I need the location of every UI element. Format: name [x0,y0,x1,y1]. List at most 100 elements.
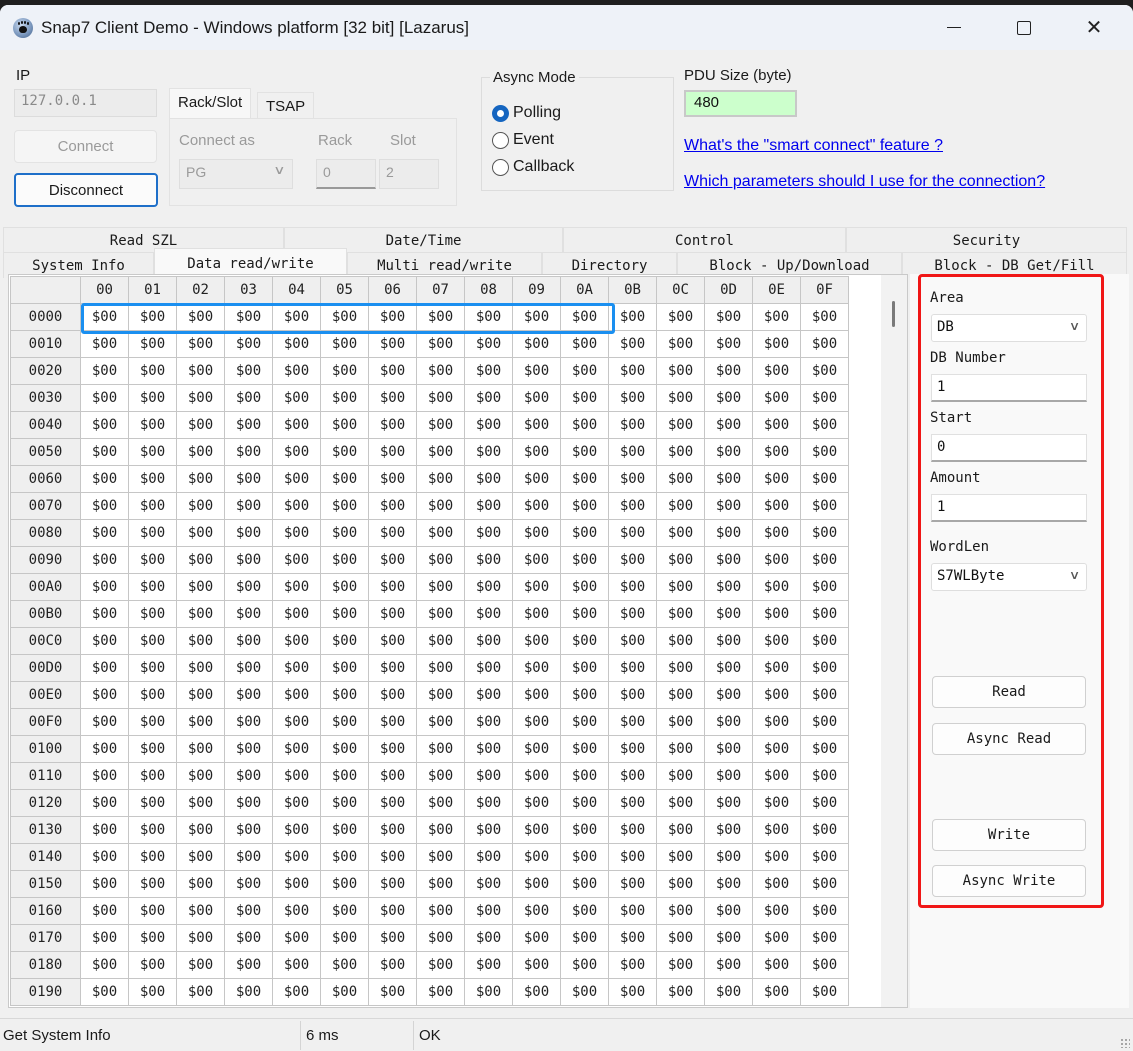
data-cell[interactable]: $00 [608,708,657,736]
data-cell[interactable]: $00 [464,654,513,682]
rack-field[interactable]: 0 [316,159,376,189]
column-header[interactable]: 0C [656,276,705,304]
data-cell[interactable]: $00 [368,384,417,412]
row-header[interactable]: 00F0 [10,708,81,736]
data-cell[interactable]: $00 [464,465,513,493]
data-cell[interactable]: $00 [128,654,177,682]
column-header[interactable]: 0F [800,276,849,304]
data-cell[interactable]: $00 [224,465,273,493]
data-cell[interactable]: $00 [176,303,225,331]
data-cell[interactable]: $00 [752,978,801,1006]
data-cell[interactable]: $00 [416,546,465,574]
data-cell[interactable]: $00 [416,735,465,763]
data-cell[interactable]: $00 [224,762,273,790]
data-cell[interactable]: $00 [128,924,177,952]
data-cell[interactable]: $00 [272,384,321,412]
data-cell[interactable]: $00 [128,438,177,466]
data-cell[interactable]: $00 [272,600,321,628]
data-cell[interactable]: $00 [560,303,609,331]
data-cell[interactable]: $00 [128,762,177,790]
minimize-button[interactable] [919,5,989,50]
data-cell[interactable]: $00 [752,681,801,709]
data-cell[interactable]: $00 [656,519,705,547]
data-cell[interactable]: $00 [176,978,225,1006]
data-cell[interactable]: $00 [464,330,513,358]
data-cell[interactable]: $00 [512,654,561,682]
row-header[interactable]: 0110 [10,762,81,790]
data-cell[interactable]: $00 [800,654,849,682]
data-cell[interactable]: $00 [560,546,609,574]
data-cell[interactable]: $00 [512,600,561,628]
data-cell[interactable]: $00 [80,681,129,709]
data-cell[interactable]: $00 [416,843,465,871]
data-cell[interactable]: $00 [752,627,801,655]
row-header[interactable]: 0000 [10,303,81,331]
data-cell[interactable]: $00 [464,519,513,547]
data-cell[interactable]: $00 [320,627,369,655]
data-cell[interactable]: $00 [560,843,609,871]
data-cell[interactable]: $00 [368,357,417,385]
data-cell[interactable]: $00 [368,492,417,520]
data-cell[interactable]: $00 [608,924,657,952]
data-cell[interactable]: $00 [320,600,369,628]
data-cell[interactable]: $00 [464,492,513,520]
data-cell[interactable]: $00 [608,519,657,547]
data-cell[interactable]: $00 [752,492,801,520]
data-cell[interactable]: $00 [368,654,417,682]
data-cell[interactable]: $00 [704,627,753,655]
data-cell[interactable]: $00 [80,951,129,979]
data-cell[interactable]: $00 [80,519,129,547]
data-cell[interactable]: $00 [80,897,129,925]
data-cell[interactable]: $00 [368,627,417,655]
data-cell[interactable]: $00 [416,762,465,790]
data-cell[interactable]: $00 [464,384,513,412]
data-cell[interactable]: $00 [368,573,417,601]
data-cell[interactable]: $00 [800,681,849,709]
data-cell[interactable]: $00 [368,411,417,439]
write-button[interactable]: Write [932,819,1086,851]
data-cell[interactable]: $00 [752,465,801,493]
row-header[interactable]: 00D0 [10,654,81,682]
data-cell[interactable]: $00 [128,843,177,871]
data-cell[interactable]: $00 [800,843,849,871]
data-cell[interactable]: $00 [560,519,609,547]
data-cell[interactable]: $00 [224,492,273,520]
data-cell[interactable]: $00 [752,708,801,736]
data-cell[interactable]: $00 [656,438,705,466]
data-cell[interactable]: $00 [320,438,369,466]
data-cell[interactable]: $00 [560,384,609,412]
tab-security[interactable]: Security [846,227,1127,253]
data-cell[interactable]: $00 [704,330,753,358]
data-cell[interactable]: $00 [560,897,609,925]
data-cell[interactable]: $00 [608,411,657,439]
data-cell[interactable]: $00 [368,303,417,331]
data-cell[interactable]: $00 [416,870,465,898]
data-cell[interactable]: $00 [464,897,513,925]
data-cell[interactable]: $00 [464,600,513,628]
data-cell[interactable]: $00 [128,330,177,358]
data-cell[interactable]: $00 [224,735,273,763]
data-cell[interactable]: $00 [80,627,129,655]
data-cell[interactable]: $00 [80,870,129,898]
data-cell[interactable]: $00 [464,303,513,331]
db-number-input[interactable]: 1 [931,374,1087,402]
data-cell[interactable]: $00 [752,870,801,898]
data-cell[interactable]: $00 [512,519,561,547]
data-cell[interactable]: $00 [464,357,513,385]
data-cell[interactable]: $00 [752,411,801,439]
data-cell[interactable]: $00 [512,816,561,844]
data-cell[interactable]: $00 [512,789,561,817]
data-cell[interactable]: $00 [464,573,513,601]
data-cell[interactable]: $00 [320,303,369,331]
data-cell[interactable]: $00 [608,789,657,817]
data-cell[interactable]: $00 [224,924,273,952]
data-cell[interactable]: $00 [176,357,225,385]
data-cell[interactable]: $00 [80,708,129,736]
row-header[interactable]: 0050 [10,438,81,466]
data-cell[interactable]: $00 [224,573,273,601]
data-cell[interactable]: $00 [608,438,657,466]
data-cell[interactable]: $00 [320,492,369,520]
data-cell[interactable]: $00 [128,951,177,979]
data-cell[interactable]: $00 [656,681,705,709]
data-cell[interactable]: $00 [128,681,177,709]
